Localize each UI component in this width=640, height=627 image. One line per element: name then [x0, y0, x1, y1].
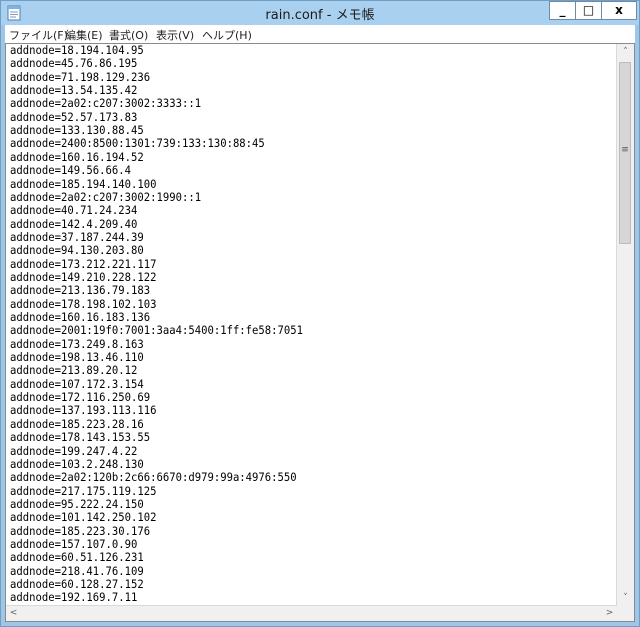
- text-line: addnode=142.4.209.40: [10, 216, 138, 231]
- text-line: addnode=160.16.183.136: [10, 310, 151, 324]
- text-line: addnode=149.56.66.4: [10, 163, 132, 178]
- text-line: addnode=52.57.173.83: [10, 109, 138, 124]
- minimize-icon: _: [559, 3, 566, 17]
- text-line: addnode=60.128.27.152: [10, 577, 144, 591]
- text-line: addnode=133.130.88.45: [10, 123, 144, 138]
- text-line: addnode=103.2.248.130: [10, 456, 144, 471]
- text-line: addnode=198.13.46.110: [10, 350, 144, 365]
- text-line: addnode=217.175.119.125: [10, 483, 157, 498]
- menu-bar: ファイル(F) 編集(E) 書式(O) 表示(V) ヘルプ(H): [5, 25, 635, 43]
- text-line: addnode=101.142.250.102: [10, 510, 157, 525]
- minimize-button[interactable]: _: [549, 1, 575, 20]
- text-line: addnode=2a02:c207:3002:3333::1: [10, 96, 202, 111]
- scroll-left-icon[interactable]: <: [6, 606, 21, 621]
- text-line: addnode=192.169.7.11: [10, 590, 138, 605]
- text-line: addnode=18.194.104.95: [10, 44, 144, 57]
- text-line: addnode=172.116.250.69: [10, 390, 151, 405]
- text-line: addnode=2001:19f0:7001:3aa4:5400:1ff:fe5…: [10, 323, 304, 338]
- text-line: addnode=173.249.8.163: [10, 336, 144, 351]
- text-line: addnode=173.212.221.117: [10, 256, 157, 271]
- text-line: addnode=185.194.140.100: [10, 176, 157, 191]
- text-line: addnode=213.136.79.183: [10, 283, 151, 298]
- text-line: addnode=213.89.20.12: [10, 363, 138, 378]
- grip-icon: ≡: [621, 145, 629, 155]
- scroll-down-icon[interactable]: ˅: [617, 590, 634, 607]
- menu-view[interactable]: 表示(V): [156, 27, 194, 43]
- vertical-scrollbar[interactable]: ˄ ≡ ˅: [616, 44, 634, 607]
- menu-edit[interactable]: 編集(E): [65, 27, 103, 43]
- text-line: addnode=185.223.28.16: [10, 416, 144, 431]
- maximize-icon: □: [582, 3, 595, 17]
- text-line: addnode=185.223.30.176: [10, 523, 151, 538]
- text-editor[interactable]: addnode=18.194.104.95 addnode=45.76.86.19…: [6, 44, 616, 609]
- text-line: addnode=107.172.3.154: [10, 376, 144, 391]
- scroll-up-icon[interactable]: ˄: [617, 44, 634, 61]
- text-line: addnode=2a02:c207:3002:1990::1: [10, 189, 202, 204]
- close-icon: x: [615, 3, 623, 17]
- title-bar[interactable]: rain.conf - メモ帳 _ □ x: [1, 1, 639, 25]
- text-line: addnode=149.210.228.122: [10, 269, 157, 284]
- text-line: addnode=178.198.102.103: [10, 296, 157, 311]
- text-line: addnode=37.187.244.39: [10, 229, 144, 244]
- vertical-scroll-thumb[interactable]: ≡: [619, 62, 631, 244]
- text-line: addnode=13.54.135.42: [10, 83, 138, 98]
- text-line: addnode=71.198.129.236: [10, 69, 151, 84]
- scrollbar-corner: [617, 606, 634, 621]
- maximize-button[interactable]: □: [575, 1, 601, 20]
- close-button[interactable]: x: [601, 1, 637, 20]
- notepad-window: rain.conf - メモ帳 _ □ x ファイル(F) 編集(E) 書式(O…: [0, 0, 640, 627]
- menu-help[interactable]: ヘルプ(H): [202, 27, 252, 43]
- text-line: addnode=199.247.4.22: [10, 443, 138, 458]
- text-line: addnode=2a02:120b:2c66:6670:d979:99a:497…: [10, 470, 297, 485]
- text-line: addnode=2400:8500:1301:739:133:130:88:45: [10, 136, 265, 151]
- menu-file[interactable]: ファイル(F): [9, 27, 68, 43]
- menu-format[interactable]: 書式(O): [109, 27, 148, 43]
- text-line: addnode=45.76.86.195: [10, 56, 138, 71]
- text-line: addnode=157.107.0.90: [10, 536, 138, 551]
- text-line: addnode=40.71.24.234: [10, 203, 138, 218]
- window-title: rain.conf - メモ帳: [265, 8, 375, 23]
- text-line: addnode=95.222.24.150: [10, 496, 144, 511]
- scroll-right-icon[interactable]: >: [602, 606, 617, 621]
- horizontal-scrollbar[interactable]: < >: [6, 605, 617, 621]
- text-line: addnode=94.130.203.80: [10, 243, 144, 258]
- text-line: addnode=218.41.76.109: [10, 563, 144, 578]
- text-line: addnode=60.51.126.231: [10, 550, 144, 565]
- editor-frame: addnode=18.194.104.95 addnode=45.76.86.19…: [5, 43, 635, 622]
- text-line: addnode=160.16.194.52: [10, 149, 144, 164]
- text-line: addnode=137.193.113.116: [10, 403, 157, 418]
- text-line: addnode=178.143.153.55: [10, 430, 151, 445]
